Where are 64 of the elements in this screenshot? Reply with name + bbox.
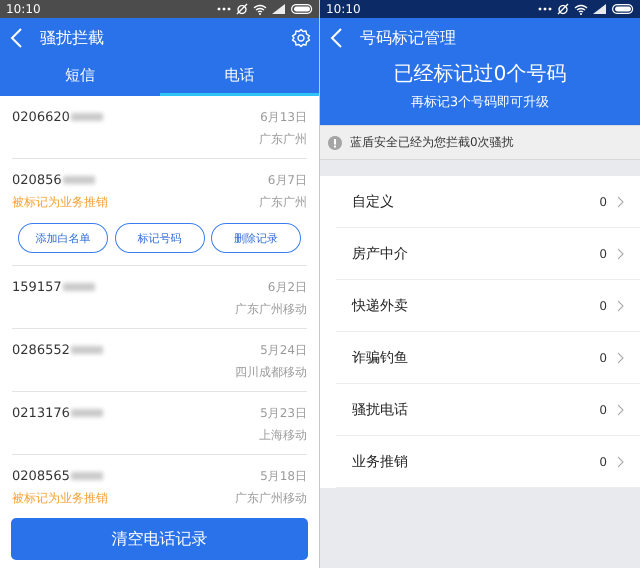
chevron-icon: [617, 352, 624, 364]
notice-text: 蓝盾安全已经为您拦截0次骚扰: [350, 134, 514, 151]
more-dots-icon: [538, 7, 552, 11]
phone-number: 020856: [12, 172, 62, 188]
phone-number: 0213176: [12, 406, 70, 420]
info-icon: [328, 136, 342, 150]
chevron-icon: [617, 248, 624, 260]
call-location: 广东广州: [259, 130, 307, 148]
wifi-icon: [574, 4, 588, 14]
category-row[interactable]: 快递外卖 0: [336, 280, 640, 332]
call-date: 6月13日: [260, 108, 307, 126]
call-location: 广东广州移动: [235, 300, 307, 318]
back-icon[interactable]: [10, 28, 22, 48]
blurred-digits: [70, 113, 103, 121]
battery-icon: [291, 4, 313, 14]
blurred-digits: [70, 472, 103, 480]
upgrade-hint: 再标记3个号码即可升级: [410, 94, 550, 111]
more-dots-icon: [217, 7, 231, 11]
call-location: 四川成都移动: [235, 364, 307, 380]
blurred-digits: [62, 283, 95, 291]
marked-count-headline: 已经标记过0个号码: [394, 60, 566, 87]
category-row[interactable]: 业务推销 0: [336, 436, 640, 488]
action-button[interactable]: 添加白名单: [18, 223, 108, 253]
call-location: 广东广州移动: [235, 490, 307, 506]
call-location: 上海移动: [259, 426, 307, 444]
phone-number: 0208565: [12, 468, 70, 484]
phone-number: 0206620: [12, 110, 70, 124]
category-row[interactable]: 骚扰电话 0: [336, 384, 640, 436]
spam-tag: 被标记为业务推销: [12, 490, 108, 506]
chevron-icon: [617, 456, 624, 468]
signal-icon: [593, 4, 607, 14]
spam-tag: 被标记为业务推销: [12, 194, 108, 210]
back-icon[interactable]: [330, 28, 342, 48]
wifi-icon: [253, 4, 267, 14]
screen-title: 骚扰拦截: [40, 28, 105, 48]
status-time: 10:10: [326, 2, 361, 16]
chevron-icon: [617, 196, 624, 208]
chevron-icon: [617, 404, 624, 416]
battery-icon: [612, 4, 634, 14]
call-date: 5月24日: [260, 342, 307, 358]
clear-records-button[interactable]: 清空电话记录: [11, 518, 308, 560]
chevron-icon: [617, 300, 624, 312]
category-row[interactable]: 诈骗钓鱼 0: [336, 332, 640, 384]
blurred-digits: [70, 346, 103, 354]
category-row[interactable]: 房产中介 0: [336, 228, 640, 280]
tab[interactable]: 短信: [0, 58, 160, 96]
category-row[interactable]: 自定义 0: [336, 176, 640, 228]
settings-icon[interactable]: [291, 28, 311, 48]
action-button[interactable]: 标记号码: [114, 223, 204, 253]
alarm-off-icon: [557, 3, 569, 15]
screen-title: 号码标记管理: [360, 28, 457, 48]
phone-number: 0286552: [12, 342, 70, 358]
status-time: 10:10: [6, 2, 41, 16]
blurred-digits: [62, 176, 95, 184]
alarm-off-icon: [236, 3, 248, 15]
call-date: 6月2日: [268, 278, 307, 296]
phone-number: 159157: [12, 280, 62, 294]
call-location: 广东广州: [259, 194, 307, 210]
blurred-digits: [70, 409, 103, 417]
call-date: 5月23日: [260, 404, 307, 422]
call-date: 6月7日: [268, 172, 307, 188]
signal-icon: [272, 4, 286, 14]
action-button[interactable]: 删除记录: [211, 223, 301, 253]
call-date: 5月18日: [260, 468, 307, 484]
